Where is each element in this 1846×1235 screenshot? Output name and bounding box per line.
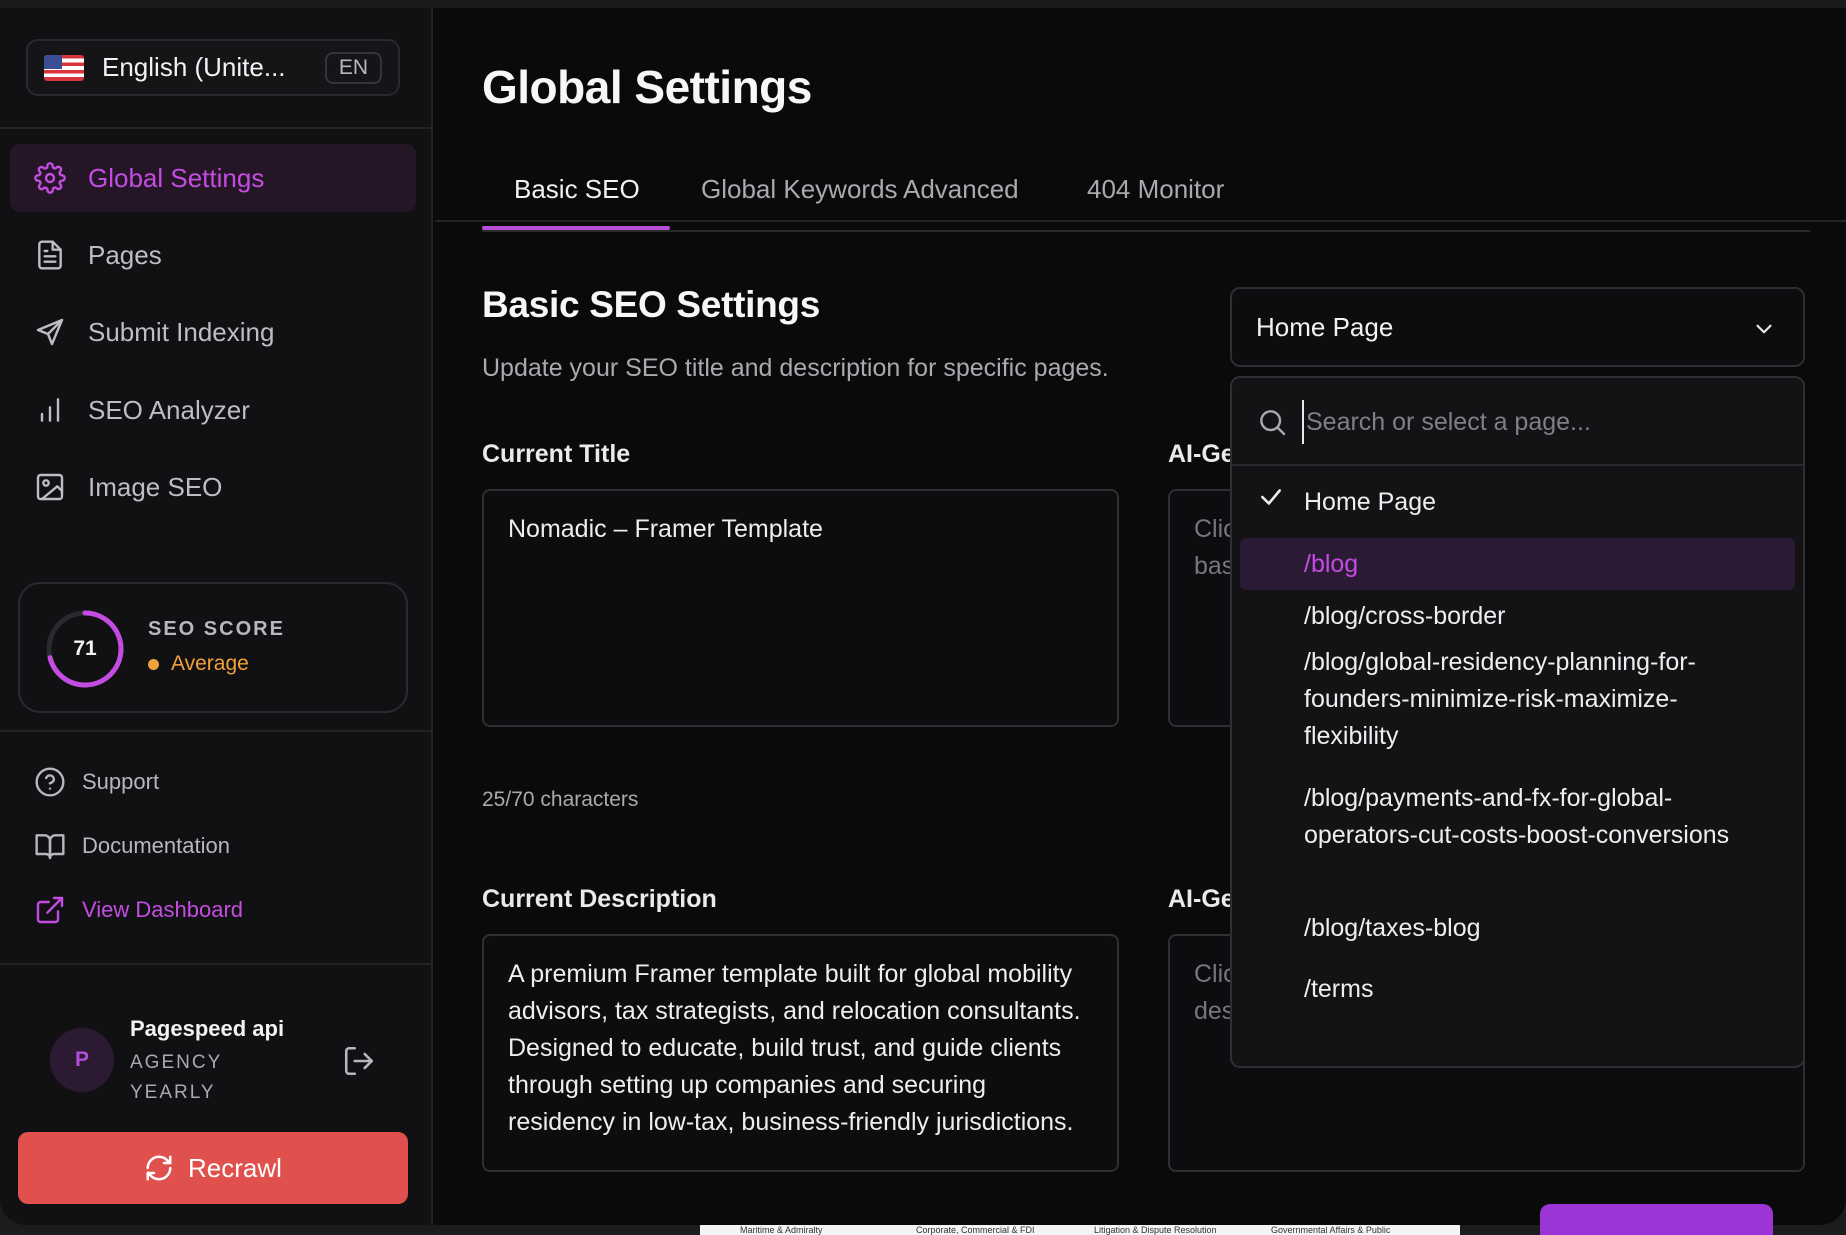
us-flag-icon bbox=[44, 54, 84, 81]
refresh-icon bbox=[146, 1155, 172, 1181]
sidebar-item-global-settings[interactable]: Global Settings bbox=[10, 144, 416, 212]
sidebar-item-label: Global Settings bbox=[88, 162, 265, 193]
sidebar-item-pages[interactable]: Pages bbox=[10, 221, 416, 289]
page-select-value: Home Page bbox=[1256, 311, 1394, 342]
seo-score-status: Average bbox=[148, 652, 249, 676]
bar-chart-icon bbox=[40, 398, 60, 422]
seo-score-title: SEO SCORE bbox=[148, 618, 285, 640]
sidebar-item-seo-analyzer[interactable]: SEO Analyzer bbox=[10, 376, 416, 444]
option-label: /blog/payments-and-fx-for-global-operato… bbox=[1304, 784, 1730, 849]
sidebar-item-label: SEO Analyzer bbox=[88, 394, 250, 425]
option-label: /blog/cross-border bbox=[1304, 602, 1506, 630]
window-top-strip bbox=[0, 0, 1846, 8]
book-icon bbox=[35, 834, 65, 860]
tab-global-keywords[interactable]: Global Keywords bbox=[701, 174, 898, 205]
page-dropdown: Home Page /blog /blog/cross-border /blog… bbox=[1230, 376, 1805, 1068]
active-tab-indicator bbox=[482, 226, 670, 230]
dropdown-option-payments-fx[interactable]: /blog/payments-and-fx-for-global-operato… bbox=[1240, 780, 1760, 854]
recrawl-label: Recrawl bbox=[188, 1152, 282, 1183]
option-label: /blog bbox=[1304, 550, 1359, 578]
save-button[interactable] bbox=[1540, 1204, 1773, 1235]
strip-text: Litigation & Dispute Resolution bbox=[1094, 1225, 1217, 1235]
send-icon bbox=[36, 318, 64, 346]
check-icon bbox=[1261, 489, 1281, 505]
divider bbox=[0, 730, 433, 732]
documentation-link[interactable]: Documentation bbox=[34, 830, 230, 862]
language-code-badge: EN bbox=[324, 52, 382, 84]
tab-basic-seo[interactable]: Basic SEO bbox=[514, 174, 640, 205]
seo-score-value: 71 bbox=[73, 637, 97, 660]
divider bbox=[0, 127, 433, 129]
strip-text: Governmental Affairs & Public bbox=[1271, 1225, 1391, 1235]
user-name: Pagespeed api bbox=[130, 1016, 285, 1041]
option-label: /blog/taxes-blog bbox=[1304, 914, 1481, 942]
help-circle-icon bbox=[35, 767, 65, 797]
seo-score-card: 71 SEO SCORE Average bbox=[18, 582, 408, 713]
dropdown-option-taxes-blog[interactable]: /blog/taxes-blog bbox=[1240, 902, 1795, 954]
sidebar: English (Unite... EN Global Settings Pag… bbox=[0, 8, 433, 1225]
view-dashboard-label: View Dashboard bbox=[82, 897, 244, 922]
tab-404-monitor[interactable]: 404 Monitor bbox=[1087, 174, 1224, 205]
dropdown-option-home[interactable]: Home Page bbox=[1240, 476, 1795, 528]
current-title-field[interactable]: Nomadic – Framer Template bbox=[482, 489, 1119, 727]
current-description-label: Current Description bbox=[482, 885, 717, 913]
page-title: Global Settings bbox=[482, 61, 812, 113]
section-title: Basic SEO Settings bbox=[482, 284, 820, 325]
page-search-input[interactable] bbox=[1302, 400, 1772, 444]
language-label: English (Unite... bbox=[102, 52, 286, 82]
dropdown-option-terms[interactable]: /terms bbox=[1240, 963, 1795, 1015]
sidebar-item-label: Pages bbox=[88, 239, 162, 270]
dropdown-option-cross-border[interactable]: /blog/cross-border bbox=[1240, 590, 1795, 642]
app-window: English (Unite... EN Global Settings Pag… bbox=[0, 0, 1846, 1225]
divider bbox=[0, 963, 433, 965]
chevron-down-icon bbox=[1756, 324, 1772, 334]
current-description-field[interactable]: A premium Framer template built for glob… bbox=[482, 934, 1119, 1172]
recrawl-button[interactable]: Recrawl bbox=[18, 1132, 408, 1204]
sidebar-item-label: Image SEO bbox=[88, 471, 223, 502]
option-label: /blog/global-residency-planning-for-foun… bbox=[1304, 648, 1696, 750]
dropdown-option-blog[interactable]: /blog bbox=[1240, 538, 1795, 590]
seo-score-status-text: Average bbox=[171, 652, 249, 675]
documentation-label: Documentation bbox=[82, 833, 230, 858]
strip-text: Corporate, Commercial & FDI bbox=[916, 1225, 1035, 1235]
option-label: /terms bbox=[1304, 975, 1374, 1003]
strip-text: Maritime & Admiralty bbox=[740, 1225, 823, 1235]
main-content: Global Settings Basic SEO Global Keyword… bbox=[435, 8, 1846, 1225]
ai-description-label: AI-Ge bbox=[1168, 885, 1235, 913]
view-dashboard-link[interactable]: View Dashboard bbox=[34, 894, 243, 926]
sidebar-item-image-seo[interactable]: Image SEO bbox=[10, 453, 416, 521]
title-char-count: 25/70 characters bbox=[482, 788, 639, 811]
image-icon bbox=[36, 473, 64, 501]
external-link-icon bbox=[36, 896, 64, 924]
tab-advanced[interactable]: Advanced bbox=[903, 174, 1019, 205]
tabs-divider bbox=[435, 220, 1846, 222]
dropdown-option-global-residency[interactable]: /blog/global-residency-planning-for-foun… bbox=[1240, 644, 1760, 755]
avatar: P bbox=[50, 1028, 114, 1092]
logout-icon[interactable] bbox=[342, 1044, 376, 1078]
sidebar-item-label: Submit Indexing bbox=[88, 316, 275, 347]
gear-icon bbox=[34, 162, 66, 194]
page-select[interactable]: Home Page bbox=[1230, 287, 1805, 367]
support-label: Support bbox=[82, 769, 160, 794]
current-title-label: Current Title bbox=[482, 440, 631, 468]
sidebar-item-submit-indexing[interactable]: Submit Indexing bbox=[10, 298, 416, 366]
user-plan: AGENCY YEARLY bbox=[130, 1052, 222, 1103]
file-icon bbox=[38, 240, 62, 270]
background-page-strip: Maritime & Admiralty Corporate, Commerci… bbox=[700, 1225, 1460, 1235]
dropdown-search bbox=[1232, 378, 1803, 466]
section-subtitle: Update your SEO title and description fo… bbox=[482, 354, 1109, 382]
option-label: Home Page bbox=[1304, 488, 1437, 516]
ai-title-label: AI-Ge bbox=[1168, 440, 1235, 468]
search-icon bbox=[1260, 410, 1286, 436]
support-link[interactable]: Support bbox=[34, 766, 159, 798]
status-dot-icon bbox=[148, 658, 159, 670]
language-selector[interactable]: English (Unite... EN bbox=[26, 39, 400, 96]
